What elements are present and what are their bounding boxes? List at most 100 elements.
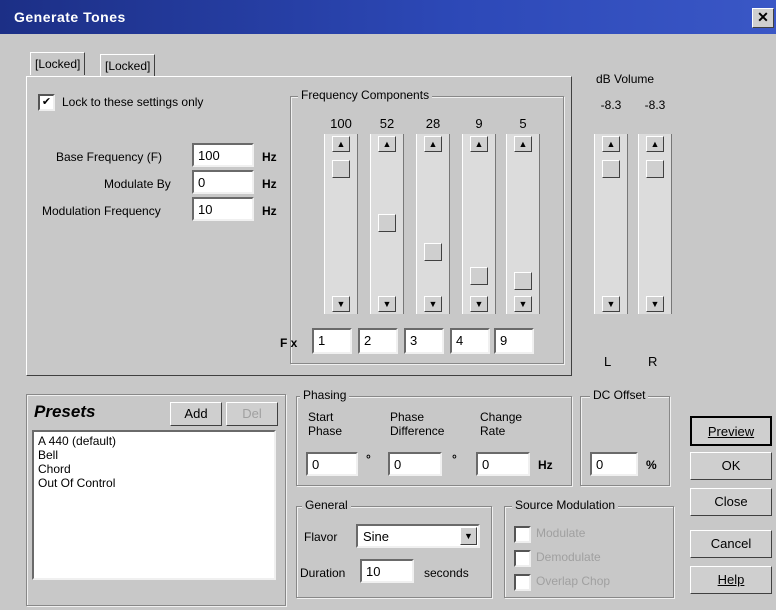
scroll-up-button[interactable]: ▲ bbox=[470, 136, 488, 152]
chevron-up-icon: ▲ bbox=[606, 139, 616, 149]
chevron-down-icon: ▼ bbox=[382, 299, 392, 309]
scroll-up-button[interactable]: ▲ bbox=[424, 136, 442, 152]
tab-label: [Locked] bbox=[35, 57, 81, 71]
modulate-checkbox[interactable] bbox=[514, 526, 531, 543]
base-frequency-label: Base Frequency (F) bbox=[56, 150, 163, 164]
overlap-chop-checkbox[interactable] bbox=[514, 574, 531, 591]
frequency-level-value: 52 bbox=[379, 116, 395, 131]
preset-item[interactable]: A 440 (default) bbox=[38, 434, 270, 448]
frequency-level-value: 9 bbox=[475, 116, 483, 131]
frequency-slider-thumb[interactable] bbox=[378, 214, 396, 232]
modulate-by-unit: Hz bbox=[262, 177, 277, 191]
chevron-down-icon: ▼ bbox=[650, 299, 660, 309]
frequency-slider-track[interactable] bbox=[416, 134, 450, 314]
preset-item[interactable]: Chord bbox=[38, 462, 270, 476]
base-frequency-unit: Hz bbox=[262, 150, 277, 164]
change-rate-input[interactable]: 0 bbox=[476, 452, 530, 476]
frequency-level-value: 100 bbox=[330, 116, 352, 131]
title-bar[interactable]: Generate Tones ✕ bbox=[0, 0, 776, 34]
channel-label: L bbox=[604, 354, 612, 369]
modulate-by-input[interactable]: 0 bbox=[192, 170, 254, 194]
scroll-up-button[interactable]: ▲ bbox=[332, 136, 350, 152]
multiplier-input[interactable]: 2 bbox=[358, 328, 398, 354]
delete-preset-button[interactable]: Del bbox=[226, 402, 278, 426]
phase-difference-unit: ° bbox=[452, 452, 457, 466]
duration-input[interactable]: 10 bbox=[360, 559, 414, 583]
scroll-up-button[interactable]: ▲ bbox=[514, 136, 532, 152]
volume-level-value: -8.3 bbox=[644, 98, 666, 112]
close-window-button[interactable]: ✕ bbox=[752, 8, 774, 28]
volume-slider-thumb[interactable] bbox=[646, 160, 664, 178]
demodulate-checkbox[interactable] bbox=[514, 550, 531, 567]
scroll-down-button[interactable]: ▼ bbox=[602, 296, 620, 312]
frequency-slider-thumb[interactable] bbox=[470, 267, 488, 285]
scroll-down-button[interactable]: ▼ bbox=[470, 296, 488, 312]
frequency-slider-thumb[interactable] bbox=[424, 243, 442, 261]
modulate-label: Modulate bbox=[536, 526, 586, 540]
frequency-level-value: 28 bbox=[425, 116, 441, 131]
scroll-down-button[interactable]: ▼ bbox=[646, 296, 664, 312]
flavor-value: Sine bbox=[363, 529, 390, 544]
tab-locked-1[interactable]: [Locked] bbox=[30, 52, 86, 75]
scroll-down-button[interactable]: ▼ bbox=[332, 296, 350, 312]
presets-list[interactable]: A 440 (default) Bell Chord Out Of Contro… bbox=[32, 430, 276, 580]
tab-label: [Locked] bbox=[105, 59, 151, 73]
modulation-frequency-label: Modulation Frequency bbox=[42, 204, 161, 218]
general-title: General bbox=[302, 498, 351, 512]
preview-button[interactable]: Preview bbox=[690, 416, 772, 446]
preview-label: Preview bbox=[707, 424, 755, 439]
frequency-slider-thumb[interactable] bbox=[332, 160, 350, 178]
preset-item[interactable]: Out Of Control bbox=[38, 476, 270, 490]
cancel-button[interactable]: Cancel bbox=[690, 530, 772, 558]
scroll-up-button[interactable]: ▲ bbox=[378, 136, 396, 152]
modulation-frequency-input[interactable]: 10 bbox=[192, 197, 254, 221]
modulation-frequency-unit: Hz bbox=[262, 204, 277, 218]
close-button[interactable]: Close bbox=[690, 488, 772, 516]
phase-difference-label: Phase Difference bbox=[390, 410, 445, 438]
multiplier-input[interactable]: 1 bbox=[312, 328, 352, 354]
checkmark-icon: ✔ bbox=[41, 96, 52, 108]
scroll-down-button[interactable]: ▼ bbox=[424, 296, 442, 312]
scroll-down-button[interactable]: ▼ bbox=[514, 296, 532, 312]
multiplier-input[interactable]: 9 bbox=[494, 328, 534, 354]
dc-offset-input[interactable]: 0 bbox=[590, 452, 638, 476]
chevron-up-icon: ▲ bbox=[518, 139, 528, 149]
volume-level-value: -8.3 bbox=[600, 98, 622, 112]
duration-unit: seconds bbox=[424, 566, 469, 580]
volume-slider-thumb[interactable] bbox=[602, 160, 620, 178]
frequency-slider-track[interactable] bbox=[462, 134, 496, 314]
source-modulation-title: Source Modulation bbox=[512, 498, 619, 512]
modulate-by-label: Modulate By bbox=[104, 177, 171, 191]
chevron-down-icon: ▼ bbox=[336, 299, 346, 309]
preset-item[interactable]: Bell bbox=[38, 448, 270, 462]
dropdown-arrow-button[interactable]: ▼ bbox=[460, 527, 477, 545]
chevron-down-icon: ▼ bbox=[606, 299, 616, 309]
change-rate-label: Change Rate bbox=[480, 410, 523, 438]
lock-checkbox[interactable]: ✔ bbox=[38, 94, 55, 111]
help-button[interactable]: Help bbox=[690, 566, 772, 594]
multiplier-input[interactable]: 3 bbox=[404, 328, 444, 354]
ok-button[interactable]: OK bbox=[690, 452, 772, 480]
frequency-slider-thumb[interactable] bbox=[514, 272, 532, 290]
frequency-components-title: Frequency Components bbox=[298, 88, 433, 102]
chevron-down-icon: ▼ bbox=[464, 531, 473, 541]
chevron-down-icon: ▼ bbox=[474, 299, 484, 309]
overlap-chop-label: Overlap Chop bbox=[536, 574, 611, 588]
start-phase-label: Start Phase bbox=[308, 410, 343, 438]
flavor-select[interactable]: Sine ▼ bbox=[356, 524, 480, 548]
base-frequency-input[interactable]: 100 bbox=[192, 143, 254, 167]
scroll-up-button[interactable]: ▲ bbox=[646, 136, 664, 152]
dc-offset-title: DC Offset bbox=[590, 388, 649, 402]
tab-locked-2[interactable]: [Locked] bbox=[100, 54, 156, 77]
scroll-up-button[interactable]: ▲ bbox=[602, 136, 620, 152]
scroll-down-button[interactable]: ▼ bbox=[378, 296, 396, 312]
lock-label: Lock to these settings only bbox=[62, 95, 204, 109]
chevron-up-icon: ▲ bbox=[650, 139, 660, 149]
start-phase-input[interactable]: 0 bbox=[306, 452, 358, 476]
multiplier-input[interactable]: 4 bbox=[450, 328, 490, 354]
frequency-level-value: 5 bbox=[519, 116, 527, 131]
volume-title: dB Volume bbox=[596, 72, 655, 86]
help-label: Help bbox=[717, 572, 745, 587]
phase-difference-input[interactable]: 0 bbox=[388, 452, 442, 476]
add-preset-button[interactable]: Add bbox=[170, 402, 222, 426]
